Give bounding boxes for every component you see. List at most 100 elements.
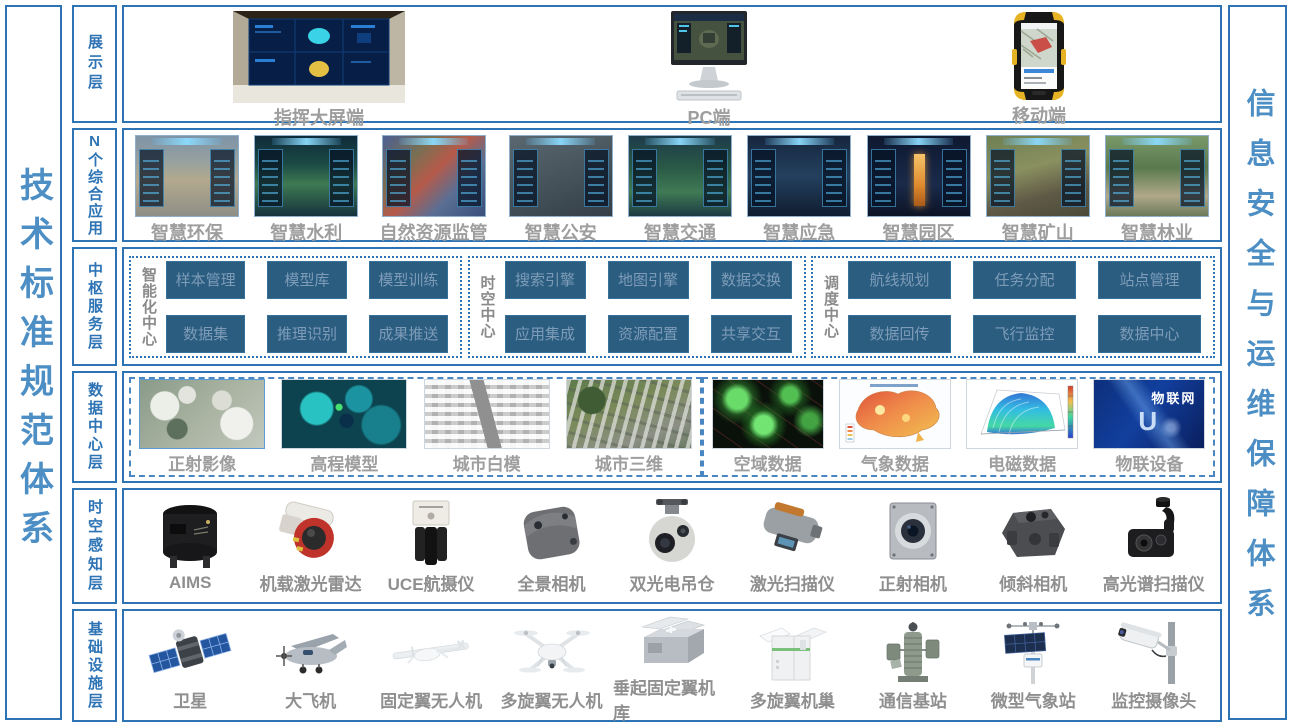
data-label: 城市三维 (595, 450, 663, 475)
site-management-button[interactable]: 站点管理 (1098, 261, 1201, 299)
large-aircraft-icon (269, 620, 353, 686)
data-label: 空域数据 (734, 450, 802, 475)
smart-environment-thumbnail (135, 135, 239, 217)
em-surface-plot (967, 380, 1077, 448)
app-card-emergency: 智慧应急 (744, 135, 854, 245)
sensing-layer-row: 时空感知层 AIMS (72, 488, 1222, 604)
panoramic-camera-icon (512, 497, 592, 569)
airspace-data-thumbnail (712, 379, 824, 449)
inference-recognition-button[interactable]: 推理识别 (267, 315, 346, 353)
dashboard-panel (329, 149, 354, 207)
laser-scanner-icon (752, 497, 832, 569)
data-label: 物联设备 (1115, 450, 1183, 475)
vtol-hangar-icon (630, 607, 714, 673)
sensor-cell-ortho-camera: 正射相机 (854, 497, 972, 595)
multirotor-nest-icon (750, 620, 834, 686)
infra-label: 垂起固定翼机库 (613, 674, 731, 724)
app-card-police: 智慧公安 (506, 135, 616, 245)
sensing-layer-content: AIMS 机载激光雷达 (122, 488, 1222, 604)
data-layer-row: 数据中心层 正射影像 高程模型 城市白模 城市三维 (72, 371, 1222, 483)
multirotor-uav-icon (510, 620, 594, 686)
data-label: 高程模型 (310, 450, 378, 475)
model-library-button[interactable]: 模型库 (267, 261, 346, 299)
data-layer-content: 正射影像 高程模型 城市白模 城市三维 空域数据 (122, 371, 1222, 483)
data-exchange-button[interactable]: 数据交换 (711, 261, 792, 299)
app-label: 智慧林业 (1121, 219, 1193, 245)
flight-monitoring-button[interactable]: 飞行监控 (973, 315, 1076, 353)
security-ops-banner: 信息安全与运维保障体系 (1228, 5, 1287, 720)
dispatch-center-group: 调度中心 航线规划 任务分配 站点管理 数据回传 飞行监控 数据中心 (811, 256, 1215, 358)
dashboard-panel (513, 149, 538, 207)
infra-label: 大飞机 (285, 687, 336, 712)
sensor-label: 高光谱扫描仪 (1103, 570, 1205, 595)
ai-center-label: 智能化中心 (141, 267, 156, 347)
sample-management-button[interactable]: 样本管理 (166, 261, 245, 299)
infrastructure-layer-label: 基础设施层 (87, 621, 102, 711)
apps-layer-row: N个综合应用 智慧环保 智慧水利 自然资源监管 智慧公安 智慧交通 (72, 128, 1222, 242)
infra-label: 固定翼无人机 (380, 687, 482, 712)
iot-u-mark: U (1138, 406, 1157, 437)
dashboard-panel (990, 149, 1015, 207)
dashboard-panel (258, 149, 283, 207)
sensing-layer-label-box: 时空感知层 (72, 488, 117, 604)
spacetime-center-buttons: 搜索引擎 地图引擎 数据交换 应用集成 资源配置 共享交互 (505, 261, 792, 353)
natural-resource-supervision-thumbnail (382, 135, 486, 217)
infra-label: 卫星 (173, 687, 207, 712)
data-label: 城市白模 (453, 450, 521, 475)
route-planning-button[interactable]: 航线规划 (848, 261, 951, 299)
sensor-label: 机载激光雷达 (260, 570, 362, 595)
sensing-layer-label: 时空感知层 (87, 499, 102, 594)
data-center-button[interactable]: 数据中心 (1098, 315, 1201, 353)
infra-label: 监控摄像头 (1111, 687, 1196, 712)
command-wall-screen-icon (233, 11, 405, 103)
china-weather-map (840, 380, 950, 448)
tech-standards-banner-text: 技术标准规范体系 (17, 167, 51, 559)
app-card-environment: 智慧环保 (132, 135, 242, 245)
spacetime-center-label: 时空中心 (480, 275, 495, 339)
data-cell-white-model: 城市白模 (424, 379, 550, 475)
dashboard-panel (457, 149, 482, 207)
search-engine-button[interactable]: 搜索引擎 (505, 261, 586, 299)
app-integration-button[interactable]: 应用集成 (505, 315, 586, 353)
data-layer-label-box: 数据中心层 (72, 371, 117, 483)
model-training-button[interactable]: 模型训练 (369, 261, 448, 299)
sensor-label: 双光电吊仓 (629, 570, 714, 595)
pc-item: PC端 (639, 11, 779, 130)
command-screen-label: 指挥大屏端 (274, 104, 364, 130)
smart-park-thumbnail (867, 135, 971, 217)
app-label: 智慧环保 (151, 219, 223, 245)
result-push-button[interactable]: 成果推送 (369, 315, 448, 353)
apps-layer-content: 智慧环保 智慧水利 自然资源监管 智慧公安 智慧交通 智慧应急 (122, 128, 1222, 242)
sensor-label: 激光扫描仪 (750, 570, 835, 595)
data-label: 电磁数据 (988, 450, 1056, 475)
ai-center-group: 智能化中心 样本管理 模型库 模型训练 数据集 推理识别 成果推送 (129, 256, 462, 358)
sensor-cell-aims: AIMS (131, 500, 249, 593)
resource-config-button[interactable]: 资源配置 (608, 315, 689, 353)
map-engine-button[interactable]: 地图引擎 (608, 261, 689, 299)
pc-label: PC端 (687, 104, 730, 130)
service-layer-label: 中枢服务层 (87, 262, 102, 352)
city-white-model-thumbnail (424, 379, 550, 449)
service-layer-row: 中枢服务层 智能化中心 样本管理 模型库 模型训练 数据集 推理识别 成果推送 … (72, 247, 1222, 366)
dashboard-panel (386, 149, 411, 207)
display-layer-row: 展示层 (72, 5, 1222, 123)
tech-standards-banner: 技术标准规范体系 (5, 5, 62, 720)
iot-device-thumbnail: 物联网 U (1093, 379, 1205, 449)
dashboard-panel (822, 149, 847, 207)
infra-cell-weather-station: 微型气象站 (974, 620, 1092, 712)
dashboard-panel (703, 149, 728, 207)
dashboard-panel (1061, 149, 1086, 207)
security-ops-banner-text: 信息安全与运维保障体系 (1243, 88, 1272, 638)
task-assignment-button[interactable]: 任务分配 (973, 261, 1076, 299)
app-label: 智慧应急 (763, 219, 835, 245)
infra-cell-satellite: 卫星 (131, 620, 249, 712)
infra-label: 多旋翼机巢 (750, 687, 835, 712)
infra-cell-vtol-hangar: 垂起固定翼机库 (613, 607, 731, 724)
sharing-interaction-button[interactable]: 共享交互 (711, 315, 792, 353)
dataset-button[interactable]: 数据集 (166, 315, 245, 353)
iot-overlay-text: 物联网 (1151, 388, 1196, 407)
airborne-lidar-icon (271, 497, 351, 569)
fixed-wing-uav-icon (389, 620, 473, 686)
data-backhaul-button[interactable]: 数据回传 (848, 315, 951, 353)
sensor-cell-panoramic: 全景相机 (493, 497, 611, 595)
